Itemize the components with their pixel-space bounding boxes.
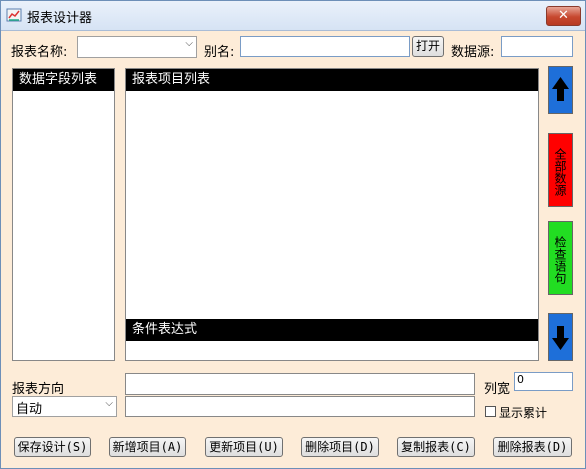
arrow-down-icon — [552, 326, 569, 350]
report-designer-window: 报表设计器 ✕ 报表名称: ⌵ 别名: 打开 数据源: 数据字段列表 报表项目列… — [0, 0, 586, 469]
column-width-input[interactable]: 0 — [514, 372, 573, 391]
report-name-label: 报表名称: — [11, 45, 68, 60]
open-button[interactable]: 打开 — [412, 36, 444, 57]
arrow-up-icon — [552, 77, 569, 101]
expression-field-1[interactable] — [125, 373, 475, 395]
check-statement-button[interactable]: 检查语句 — [548, 221, 573, 295]
delete-item-button[interactable]: 删除项目(D) — [301, 437, 379, 457]
report-direction-value: 自动 — [16, 402, 43, 417]
delete-report-button[interactable]: 删除报表(D) — [493, 437, 572, 457]
alias-label: 别名: — [204, 45, 235, 60]
expression-field-2[interactable] — [125, 396, 475, 417]
show-cumulative-checkbox[interactable] — [485, 406, 496, 417]
report-direction-dropdown[interactable]: 自动 ⌵ — [12, 396, 117, 417]
move-down-button[interactable] — [548, 313, 573, 361]
check-statement-label: 检查语句 — [553, 236, 567, 284]
column-width-label: 列宽 — [484, 382, 511, 397]
designer-icon — [6, 8, 22, 22]
data-field-list-header: 数据字段列表 — [13, 69, 114, 91]
condition-expression-header: 条件表达式 — [126, 319, 538, 341]
alias-input[interactable] — [240, 36, 410, 57]
move-up-button[interactable] — [548, 66, 573, 114]
report-item-list[interactable]: 报表项目列表 条件表达式 — [125, 68, 539, 361]
chevron-down-icon: ⌵ — [105, 398, 113, 409]
condition-expression-input[interactable] — [126, 341, 538, 360]
datasource-input[interactable] — [501, 36, 573, 57]
chevron-down-icon: ⌵ — [185, 38, 193, 49]
report-item-list-header: 报表项目列表 — [126, 69, 538, 91]
window-title: 报表设计器 — [27, 11, 93, 26]
add-item-button[interactable]: 新增项目(A) — [109, 437, 186, 457]
report-name-dropdown[interactable]: ⌵ — [77, 36, 197, 58]
close-button[interactable]: ✕ — [546, 6, 581, 26]
save-design-button[interactable]: 保存设计(S) — [14, 437, 91, 457]
all-sources-button[interactable]: 全部数源 — [548, 133, 573, 207]
report-direction-label: 报表方向 — [12, 382, 65, 397]
datasource-label: 数据源: — [451, 45, 495, 60]
update-item-button[interactable]: 更新项目(U) — [205, 437, 283, 457]
data-field-list[interactable]: 数据字段列表 — [12, 68, 115, 361]
title-bar: 报表设计器 ✕ — [1, 1, 585, 31]
copy-report-button[interactable]: 复制报表(C) — [397, 437, 475, 457]
show-cumulative-label: 显示累计 — [499, 406, 548, 420]
all-sources-label: 全部数源 — [553, 148, 567, 196]
